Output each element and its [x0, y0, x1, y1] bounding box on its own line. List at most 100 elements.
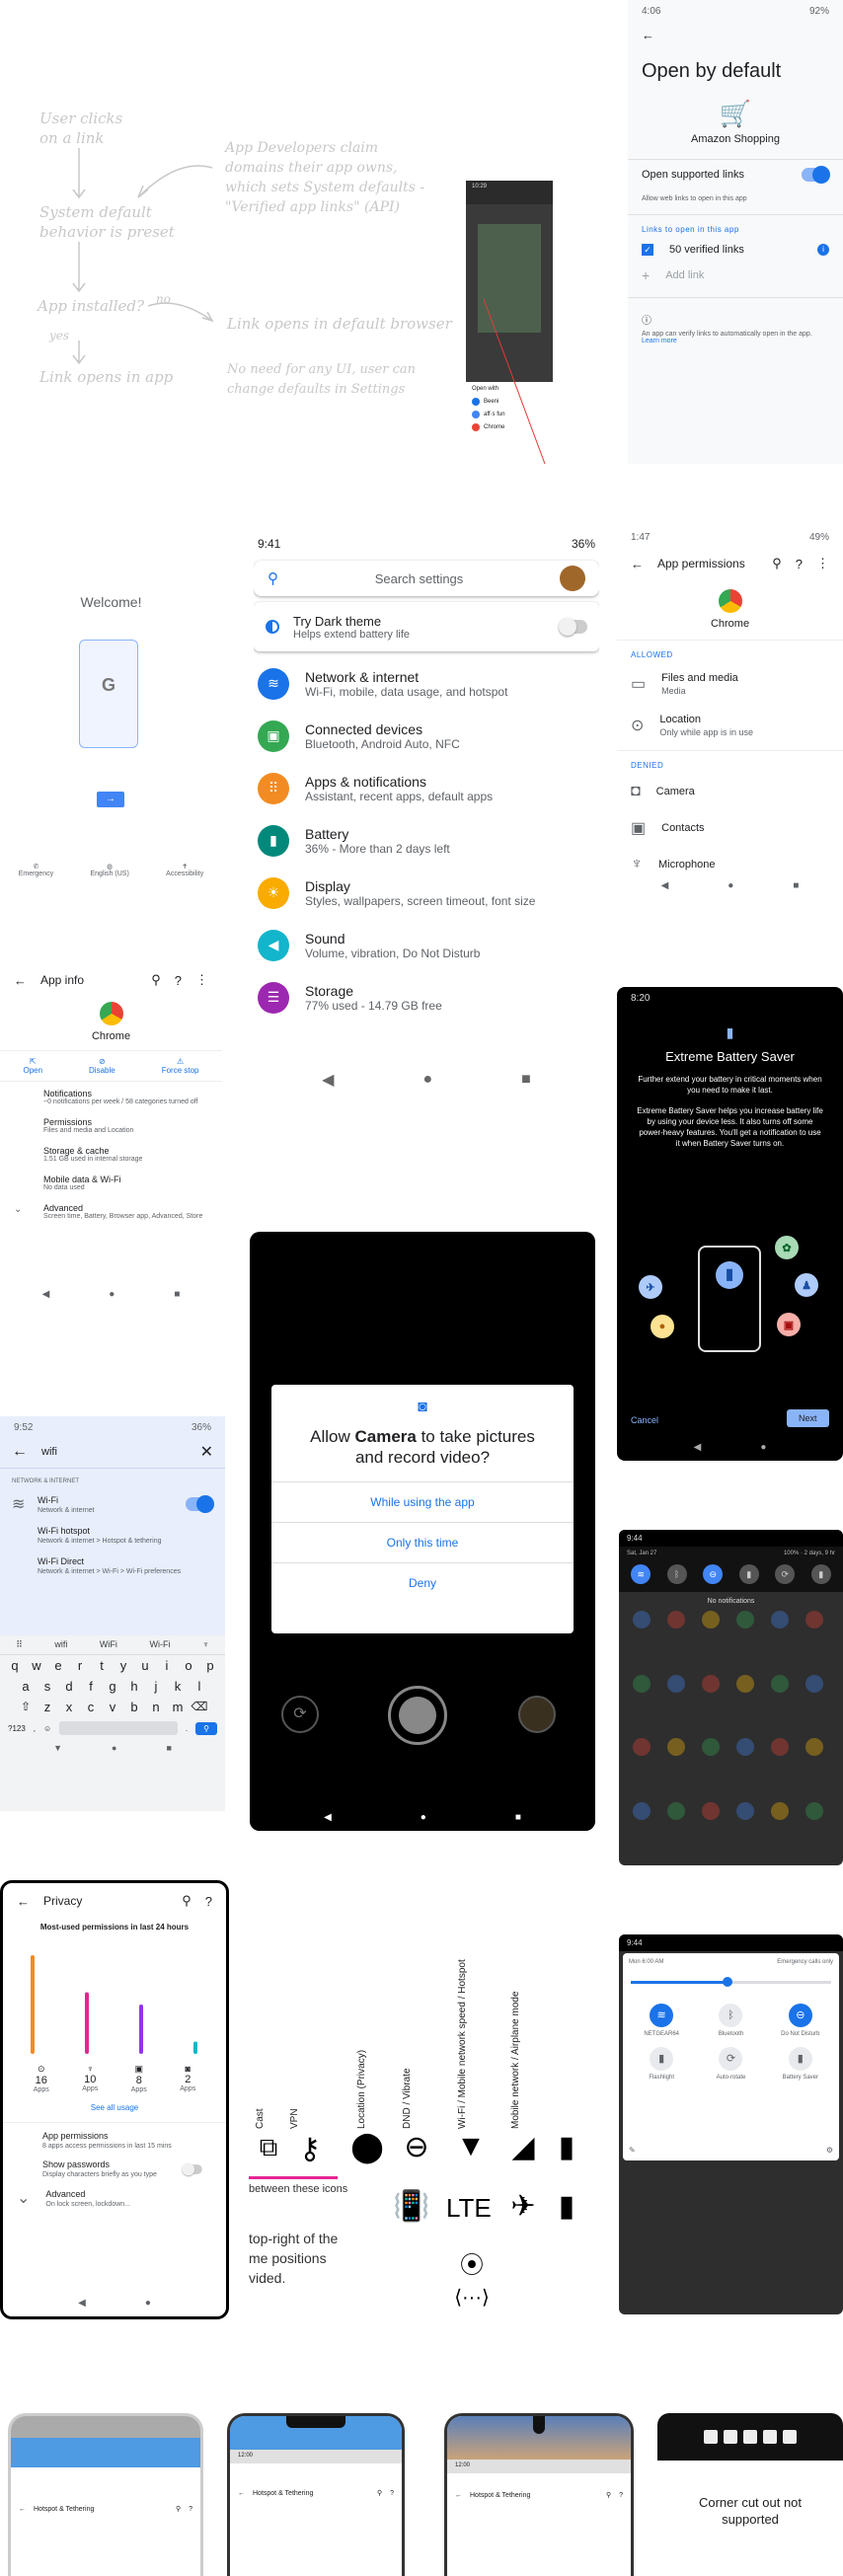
- recents-nav-icon[interactable]: ■: [166, 1743, 171, 1753]
- open-links-toggle[interactable]: [802, 166, 830, 184]
- shift-key[interactable]: ⇧: [16, 1700, 36, 1714]
- key[interactable]: m: [168, 1700, 188, 1714]
- qs-tile[interactable]: ▮ Battery Saver: [766, 2047, 835, 2081]
- help-icon[interactable]: ?: [619, 2492, 623, 2499]
- accessibility-button[interactable]: ✝ Accessibility: [166, 863, 203, 877]
- home-nav-icon[interactable]: ●: [109, 1289, 115, 1300]
- perm-files[interactable]: ▭ Files and media Media: [617, 663, 843, 705]
- switch-camera-icon[interactable]: ⟳: [281, 1696, 319, 1733]
- back-arrow-icon[interactable]: ←: [455, 2492, 462, 2499]
- back-nav-icon[interactable]: ◀: [78, 2298, 86, 2309]
- perm-camera[interactable]: ◘ Camera: [617, 774, 843, 809]
- avatar[interactable]: [560, 566, 585, 591]
- mic-icon[interactable]: ♆: [202, 1639, 209, 1650]
- result-direct[interactable]: Wi-Fi Direct Network & internet > Wi-Fi >…: [0, 1551, 225, 1581]
- dark-theme-toggle[interactable]: [559, 618, 587, 636]
- perm-location[interactable]: ⊙ Location Only while app is in use: [617, 705, 843, 746]
- search-bar[interactable]: ⚲ Search settings: [254, 561, 599, 596]
- more-icon[interactable]: ⋮: [816, 556, 829, 571]
- space-key[interactable]: [59, 1721, 178, 1735]
- result-wifi[interactable]: ≋ Wi-Fi Network & internet: [0, 1488, 225, 1520]
- wifi-tile[interactable]: ≋: [631, 1564, 651, 1584]
- key[interactable]: z: [38, 1700, 57, 1714]
- open-button[interactable]: ⇱ Open: [23, 1057, 42, 1075]
- help-icon[interactable]: ?: [390, 2490, 394, 2497]
- key[interactable]: k: [168, 1679, 188, 1694]
- key[interactable]: f: [81, 1679, 101, 1694]
- search-icon[interactable]: ⚲: [151, 972, 161, 988]
- numbers-key[interactable]: ?123: [8, 1724, 26, 1733]
- back-arrow-icon[interactable]: ←: [631, 557, 644, 571]
- suggestion[interactable]: Wi-Fi: [149, 1639, 170, 1650]
- disable-button[interactable]: ⊘ Disable: [89, 1057, 115, 1075]
- key[interactable]: v: [103, 1700, 122, 1714]
- checkbox-icon[interactable]: ✓: [642, 244, 653, 256]
- key[interactable]: r: [70, 1658, 90, 1673]
- only-this-time-button[interactable]: Only this time: [271, 1522, 574, 1562]
- back-arrow-icon[interactable]: ←: [238, 2490, 245, 2497]
- deny-button[interactable]: Deny: [271, 1562, 574, 1603]
- brightness-slider[interactable]: [631, 1977, 831, 1987]
- back-nav-icon[interactable]: ◀: [322, 1070, 334, 1090]
- key[interactable]: i: [157, 1658, 177, 1673]
- app-info-row[interactable]: Mobile data & Wi-Fi No data used: [0, 1168, 222, 1196]
- back-arrow-icon[interactable]: ←: [14, 973, 27, 988]
- search-icon[interactable]: ⚲: [377, 2489, 382, 2497]
- home-nav-icon[interactable]: ●: [145, 2298, 151, 2309]
- shutter-button[interactable]: [388, 1686, 447, 1745]
- emoji-icon[interactable]: ☺: [43, 1724, 51, 1733]
- home-nav-icon[interactable]: ●: [112, 1743, 116, 1753]
- home-nav-icon[interactable]: ●: [728, 880, 733, 891]
- back-nav-icon[interactable]: ▼: [53, 1743, 62, 1753]
- search-icon[interactable]: ⚲: [772, 556, 782, 571]
- language-button[interactable]: ◍ English (US): [90, 863, 128, 877]
- settings-item[interactable]: ☰ Storage 77% used - 14.79 GB free: [254, 971, 599, 1023]
- app-info-row[interactable]: Permissions Files and media and Location: [0, 1110, 222, 1139]
- start-button[interactable]: →: [97, 792, 124, 807]
- qs-tile[interactable]: ▮ Flashlight: [627, 2047, 696, 2081]
- key[interactable]: q: [5, 1658, 25, 1673]
- rotate-tile[interactable]: ⟳: [775, 1564, 796, 1584]
- settings-item[interactable]: ☀ Display Styles, wallpapers, screen timeo…: [254, 867, 599, 919]
- key[interactable]: t: [92, 1658, 112, 1673]
- qs-tile[interactable]: ⟳ Auto-rotate: [696, 2047, 765, 2081]
- home-nav-icon[interactable]: ●: [760, 1442, 766, 1453]
- verified-links-row[interactable]: ✓ 50 verified links i: [628, 238, 843, 262]
- key[interactable]: w: [27, 1658, 46, 1673]
- help-icon[interactable]: ?: [796, 557, 803, 571]
- while-using-button[interactable]: While using the app: [271, 1481, 574, 1522]
- suggestion[interactable]: WiFi: [100, 1639, 117, 1650]
- show-passwords-toggle[interactable]: [182, 2162, 202, 2175]
- key[interactable]: l: [190, 1679, 209, 1694]
- info-icon[interactable]: i: [817, 244, 829, 256]
- qs-tile[interactable]: ᛒ Bluetooth: [696, 2004, 765, 2037]
- emergency-button[interactable]: ✆ Emergency: [19, 863, 53, 877]
- settings-item[interactable]: ▮ Battery 36% - More than 2 days left: [254, 814, 599, 867]
- key[interactable]: e: [48, 1658, 68, 1673]
- key[interactable]: c: [81, 1700, 101, 1714]
- back-nav-icon[interactable]: ◀: [694, 1442, 702, 1453]
- show-passwords-row[interactable]: Show passwords Display characters briefly…: [3, 2154, 226, 2182]
- back-arrow-icon[interactable]: ←: [12, 1443, 28, 1461]
- period-key[interactable]: .: [186, 1724, 188, 1733]
- key[interactable]: y: [114, 1658, 133, 1673]
- recents-nav-icon[interactable]: ■: [793, 880, 799, 891]
- recents-nav-icon[interactable]: ■: [515, 1812, 521, 1823]
- edit-icon[interactable]: ✎: [629, 2146, 636, 2155]
- perm-contacts[interactable]: ▣ Contacts: [617, 809, 843, 847]
- dnd-tile[interactable]: ⊖: [703, 1564, 724, 1584]
- back-arrow-icon[interactable]: ←: [17, 1894, 30, 1909]
- help-icon[interactable]: ?: [205, 1894, 212, 1909]
- dark-theme-card[interactable]: Try Dark theme Helps extend battery life: [254, 602, 599, 651]
- back-nav-icon[interactable]: ◀: [661, 880, 669, 891]
- search-icon[interactable]: ⚲: [182, 1893, 192, 1909]
- help-icon[interactable]: ?: [175, 973, 182, 988]
- backspace-key[interactable]: ⌫: [190, 1700, 209, 1714]
- see-all-usage-link[interactable]: See all usage: [3, 2093, 226, 2123]
- key[interactable]: p: [200, 1658, 220, 1673]
- bluetooth-tile[interactable]: ᛒ: [666, 1564, 687, 1584]
- home-nav-icon[interactable]: ●: [422, 1071, 432, 1089]
- next-button[interactable]: Next: [787, 1409, 829, 1427]
- search-input[interactable]: wifi: [41, 1446, 187, 1458]
- key[interactable]: u: [135, 1658, 155, 1673]
